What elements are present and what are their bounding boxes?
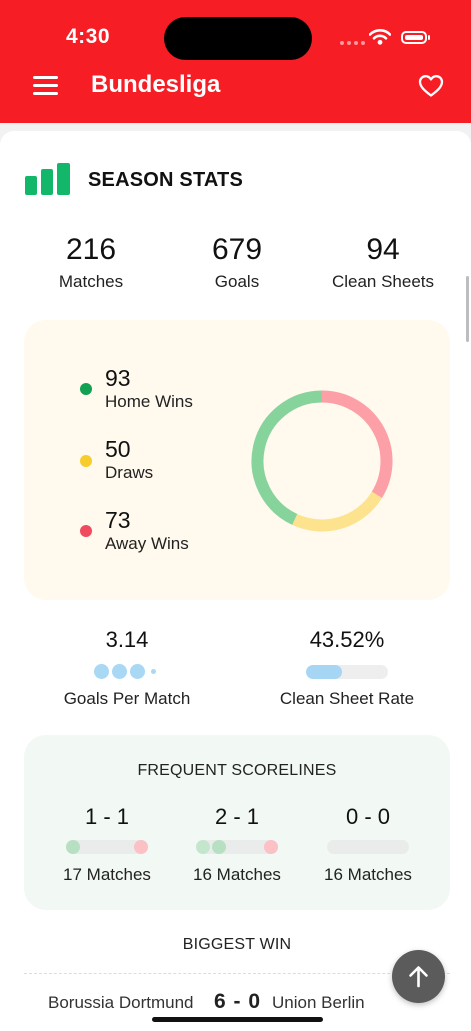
away-wins-label: Away Wins xyxy=(105,534,189,553)
away-wins-value: 73 xyxy=(105,507,131,533)
scrollbar-thumb[interactable] xyxy=(466,276,469,342)
home-wins-item: 93 Home Wins xyxy=(105,364,193,412)
goals-label: Goals xyxy=(214,272,260,291)
heart-outline-icon[interactable] xyxy=(418,74,444,98)
app-header: 4:30 Bundesliga xyxy=(0,0,471,123)
biggest-win-away-team: Union Berlin xyxy=(272,993,365,1012)
battery-icon xyxy=(401,31,427,44)
away-wins-item: 73 Away Wins xyxy=(105,506,189,554)
clean-sheet-rate-stat: 43.52% xyxy=(247,627,447,653)
clean-sheet-rate-label: Clean Sheet Rate xyxy=(279,689,415,708)
donut-home-segment xyxy=(251,390,323,525)
scoreline-score: 0 - 0 xyxy=(345,804,391,829)
scoreline-count: 17 Matches xyxy=(63,865,151,884)
clean-sheet-rate-fill xyxy=(306,665,342,679)
home-goal-dot xyxy=(66,840,80,854)
home-goal-dot xyxy=(212,840,226,854)
wifi-icon xyxy=(369,29,391,45)
away-wins-dot xyxy=(80,525,92,537)
goals-per-match-stat: 3.14 xyxy=(27,627,227,653)
clean-sheets-value: 94 xyxy=(366,233,400,266)
page-title: Bundesliga xyxy=(91,71,221,98)
clean-sheets-stat: 94 Clean Sheets xyxy=(313,232,453,292)
scoreline-score: 1 - 1 xyxy=(84,804,130,829)
clean-sheet-rate-bar xyxy=(306,665,388,679)
scoreline-item: 0 - 0 xyxy=(303,803,433,831)
away-goal-dot xyxy=(264,840,278,854)
results-donut-chart xyxy=(251,390,393,532)
status-time: 4:30 xyxy=(66,25,111,48)
home-wins-dot xyxy=(80,383,92,395)
home-wins-value: 93 xyxy=(105,365,131,391)
divider xyxy=(24,973,450,974)
clean-sheet-rate-value: 43.52% xyxy=(309,627,385,652)
donut-away-segment xyxy=(321,390,393,499)
menu-icon[interactable] xyxy=(33,76,58,96)
scoreline-item: 2 - 1 xyxy=(172,803,302,831)
scoreline-item: 1 - 1 xyxy=(42,803,172,831)
away-goal-dot xyxy=(134,840,148,854)
donut-draws-segment xyxy=(292,491,383,532)
draws-label: Draws xyxy=(105,463,154,482)
goals-stat: 679 Goals xyxy=(167,232,307,292)
scoreline-count: 16 Matches xyxy=(193,865,281,884)
matches-value: 216 xyxy=(65,233,117,266)
goals-per-match-value: 3.14 xyxy=(105,627,149,652)
bar-chart-icon xyxy=(25,163,70,195)
draws-item: 50 Draws xyxy=(105,435,153,483)
goals-value: 679 xyxy=(211,233,263,266)
scroll-to-top-button[interactable] xyxy=(392,950,445,1003)
draws-dot xyxy=(80,455,92,467)
arrow-up-icon xyxy=(409,966,428,988)
home-goal-dot xyxy=(196,840,210,854)
draws-value: 50 xyxy=(105,436,131,462)
season-stats-title: SEASON STATS xyxy=(88,169,244,191)
home-wins-label: Home Wins xyxy=(105,392,193,411)
biggest-win-title: BIGGEST WIN xyxy=(182,936,292,953)
dynamic-island xyxy=(164,17,312,60)
clean-sheets-label: Clean Sheets xyxy=(331,272,435,291)
scoreline-score: 2 - 1 xyxy=(214,804,260,829)
goals-per-match-label: Goals Per Match xyxy=(63,689,191,708)
matches-stat: 216 Matches xyxy=(21,232,161,292)
biggest-win-score: 6 - 0 xyxy=(214,990,262,1013)
biggest-win-home-team: Borussia Dortmund xyxy=(48,993,194,1012)
frequent-scorelines-title: FREQUENT SCORELINES xyxy=(137,762,337,779)
cellular-signal-icon xyxy=(340,41,365,45)
scoreline-count: 16 Matches xyxy=(324,865,412,884)
scoreline-bar xyxy=(327,840,409,854)
home-indicator xyxy=(152,1017,323,1022)
matches-label: Matches xyxy=(58,272,124,291)
